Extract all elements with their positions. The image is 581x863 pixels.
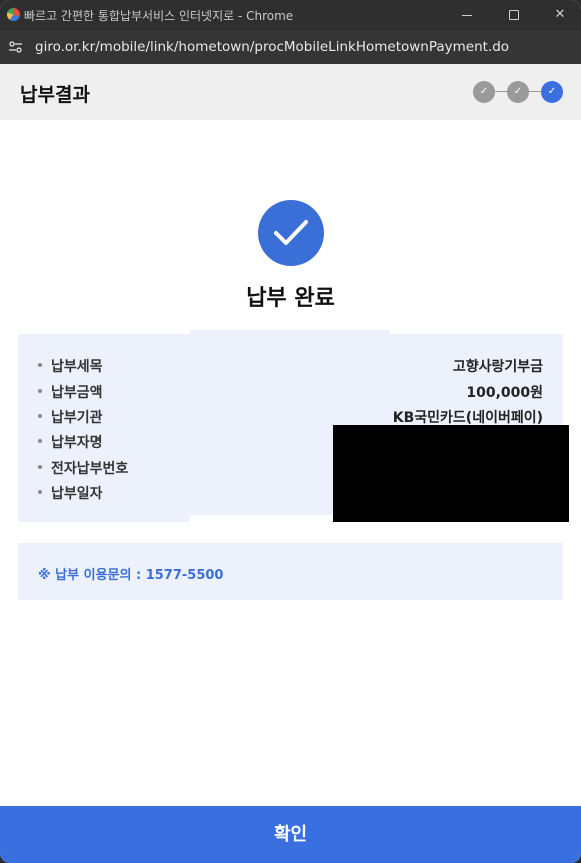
minimize-button[interactable] [456,4,478,26]
stepper-connector [495,91,507,92]
browser-window: 빠르고 간편한 통합납부서비스 인터넷지로 - Chrome ✕ giro.or… [0,0,581,863]
bullet-icon [38,363,42,367]
details-background-notch [190,515,333,522]
detail-label: 납부자명 [51,435,103,451]
detail-value: 고향사랑기부금 [452,359,543,375]
stepper-connector [529,91,541,92]
details-background-tab [190,330,390,334]
step-1-done-icon: ✓ [473,81,495,103]
site-info-icon[interactable] [9,41,22,53]
progress-stepper: ✓ ✓ ✓ [473,81,563,103]
site-favicon-icon [7,8,20,21]
title-bar: 빠르고 간편한 통합납부서비스 인터넷지로 - Chrome ✕ [0,0,581,30]
bullet-icon [38,439,42,443]
detail-row-amount: 납부금액 100,000원 [38,380,563,402]
close-button[interactable]: ✕ [549,4,571,26]
detail-row-institution: 납부기관 KB국민카드(네이버페이) [38,405,563,427]
result-title: 납부 완료 [246,286,335,311]
checkmark-icon [258,200,324,266]
url-text[interactable]: giro.or.kr/mobile/link/hometown/procMobi… [35,39,509,55]
maximize-button[interactable] [503,4,525,26]
detail-label: 납부세목 [51,359,103,375]
inquiry-text: ※ 납부 이용문의 : 1577-5500 [38,568,224,583]
detail-row-tax-item: 납부세목 고향사랑기부금 [38,354,563,376]
bullet-icon [38,414,42,418]
close-icon: ✕ [554,7,566,22]
detail-value: KB국민카드(네이버페이) [392,410,543,426]
address-bar[interactable]: giro.or.kr/mobile/link/hometown/procMobi… [0,30,581,64]
detail-label: 전자납부번호 [51,461,129,477]
detail-label: 납부기관 [51,410,103,426]
bullet-icon [38,389,42,393]
detail-value: 100,000원 [466,385,543,401]
bullet-icon [38,490,42,494]
window-title: 빠르고 간편한 통합납부서비스 인터넷지로 - Chrome [24,9,294,23]
maximize-icon [509,10,519,20]
redaction-block [333,425,569,522]
inquiry-box: ※ 납부 이용문의 : 1577-5500 [18,543,563,600]
step-2-done-icon: ✓ [507,81,529,103]
detail-label: 납부일자 [51,486,103,502]
confirm-button[interactable]: 확인 [0,806,581,863]
step-3-current-icon: ✓ [541,81,563,103]
minimize-icon [462,15,472,16]
bullet-icon [38,465,42,469]
page-title: 납부결과 [20,84,90,106]
detail-label: 납부금액 [51,385,103,401]
